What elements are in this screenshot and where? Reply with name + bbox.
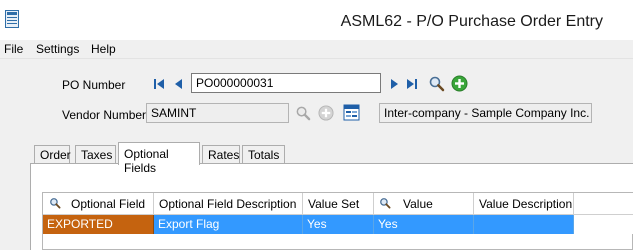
po-number-field[interactable]: PO000000031 <box>191 73 381 93</box>
tab-totals-label: Totals <box>248 148 280 162</box>
cell-filler <box>574 215 633 234</box>
tab-optional-fields[interactable]: Optional Fields <box>118 142 200 175</box>
next-record-icon[interactable] <box>387 77 401 91</box>
field-finder-icon[interactable] <box>49 197 61 209</box>
menu-bar: File Settings Help <box>0 40 633 59</box>
vendor-details-icon[interactable] <box>343 104 360 121</box>
column-header-optional-field[interactable]: Optional Field <box>43 193 154 215</box>
tab-rates[interactable]: Rates <box>202 145 240 164</box>
column-header-optional-field-label: Optional Field <box>71 197 146 211</box>
vendor-number-label: Vendor Number <box>62 108 147 122</box>
menu-help[interactable]: Help <box>91 42 116 56</box>
last-record-icon[interactable] <box>405 77 419 91</box>
grid-header: Optional Field Optional Field Descriptio… <box>43 193 633 215</box>
vendor-name-field: Inter-company - Sample Company Inc. <box>379 103 592 123</box>
first-record-icon[interactable] <box>152 77 166 91</box>
search-icon[interactable] <box>428 75 445 92</box>
tab-order[interactable]: Order <box>34 145 71 164</box>
cell-value-description[interactable] <box>474 215 574 234</box>
menu-settings[interactable]: Settings <box>36 42 79 56</box>
column-header-description[interactable]: Optional Field Description <box>154 193 303 215</box>
title-bar: ASML62 - P/O Purchase Order Entry <box>0 0 633 40</box>
cell-optional-field[interactable]: EXPORTED <box>43 215 154 234</box>
tab-totals[interactable]: Totals <box>242 145 285 164</box>
value-finder-icon[interactable] <box>379 197 391 209</box>
tab-taxes-label: Taxes <box>81 148 113 162</box>
optional-fields-grid[interactable]: Optional Field Optional Field Descriptio… <box>42 192 633 250</box>
vendor-number-field: SAMINT <box>146 103 289 123</box>
tab-order-label: Order <box>40 148 71 162</box>
main-panel: PO Number PO000000031 Vendor Number SAMI… <box>0 59 633 250</box>
tab-taxes[interactable]: Taxes <box>75 145 116 164</box>
vendor-add-icon <box>318 105 334 121</box>
vendor-search-icon <box>296 106 311 121</box>
cell-description[interactable]: Export Flag <box>154 215 303 234</box>
table-row[interactable]: EXPORTED Export Flag Yes Yes <box>43 215 633 234</box>
column-header-value[interactable]: Value <box>374 193 474 215</box>
cell-value[interactable]: Yes <box>374 215 474 234</box>
cell-value-set[interactable]: Yes <box>303 215 374 234</box>
previous-record-icon[interactable] <box>172 77 186 91</box>
column-header-value-set[interactable]: Value Set <box>303 193 374 215</box>
po-number-label: PO Number <box>62 78 126 92</box>
column-header-value-label: Value <box>403 197 433 211</box>
column-header-value-description[interactable]: Value Description <box>474 193 574 215</box>
add-icon[interactable] <box>451 75 468 92</box>
tab-rates-label: Rates <box>208 148 240 162</box>
window-title: ASML62 - P/O Purchase Order Entry <box>340 13 603 30</box>
optional-fields-panel: Optional Field Optional Field Descriptio… <box>30 163 633 250</box>
menu-file[interactable]: File <box>4 42 23 56</box>
